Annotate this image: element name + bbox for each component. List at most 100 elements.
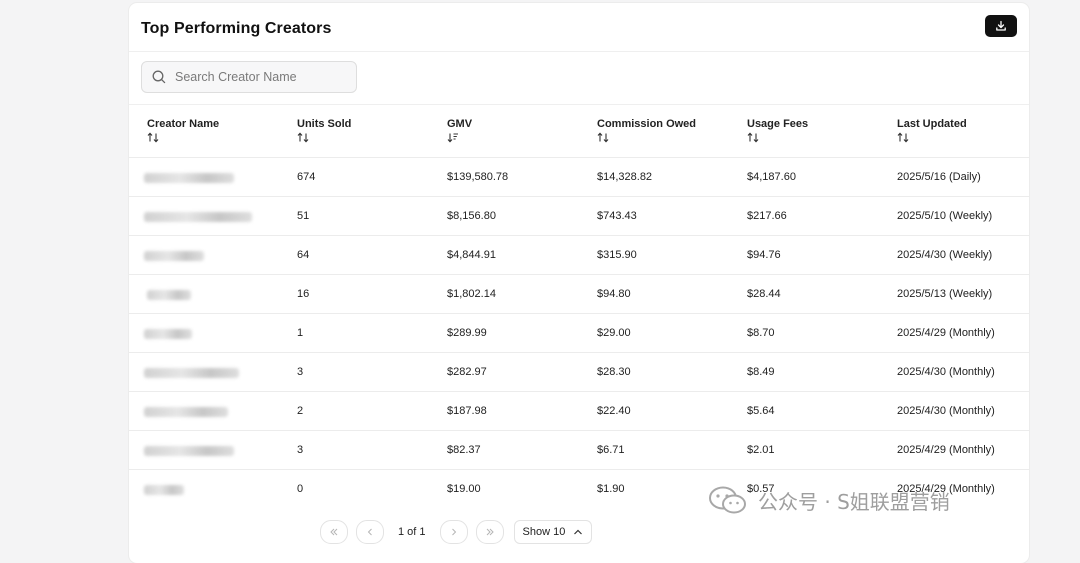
col-gmv[interactable]: GMV <box>447 118 472 144</box>
cell-usage-fees: $4,187.60 <box>747 171 796 183</box>
table-header: Creator Name Units Sold GMV Commission O… <box>129 107 1029 159</box>
sort-icon[interactable] <box>147 132 219 144</box>
first-page-button[interactable] <box>320 520 348 544</box>
sort-icon[interactable] <box>747 132 808 144</box>
col-usage-fees[interactable]: Usage Fees <box>747 118 808 144</box>
cell-units-sold: 51 <box>297 210 310 222</box>
cell-last-updated: 2025/4/30 (Weekly) <box>897 249 993 261</box>
last-page-button[interactable] <box>475 520 504 544</box>
col-label: GMV <box>447 118 473 130</box>
top-creators-panel: Top Performing Creators Creator Name Uni… <box>129 3 1029 563</box>
watermark: 公众号 · S姐联盟营销 <box>708 484 950 516</box>
cell-usage-fees: $8.49 <box>747 366 775 378</box>
cell-gmv: $187.98 <box>447 405 487 417</box>
table-row[interactable]: 64 $4,844.91 $315.90 $94.76 2025/4/30 (W… <box>129 235 1029 275</box>
col-label: Creator Name <box>147 118 220 130</box>
cell-units-sold: 2 <box>297 405 304 417</box>
cell-usage-fees: $5.64 <box>747 405 775 417</box>
cell-usage-fees: $28.44 <box>747 288 781 300</box>
panel-header: Top Performing Creators <box>141 15 1017 43</box>
table-row[interactable]: 51 $8,156.80 $743.43 $217.66 2025/5/10 (… <box>129 196 1029 236</box>
search-input[interactable] <box>173 69 347 85</box>
header-divider <box>129 51 1029 52</box>
cell-commission-owed: $1.90 <box>597 483 625 495</box>
cell-commission-owed: $94.80 <box>597 288 631 300</box>
col-label: Commission Owed <box>597 118 697 130</box>
creator-name-redacted <box>144 251 204 261</box>
cell-commission-owed: $743.43 <box>597 210 637 222</box>
cell-commission-owed: $6.71 <box>597 444 625 456</box>
search-icon <box>152 70 166 84</box>
cell-gmv: $282.97 <box>447 366 487 378</box>
panel-title: Top Performing Creators <box>141 20 332 37</box>
pagination: 1 of 1 Show 10 <box>320 520 593 544</box>
table-row[interactable]: 1 $289.99 $29.00 $8.70 2025/4/29 (Monthl… <box>129 313 1029 353</box>
sort-descending-icon[interactable] <box>447 132 472 144</box>
cell-units-sold: 1 <box>297 327 304 339</box>
sort-icon[interactable] <box>597 132 696 144</box>
cell-gmv: $139,580.78 <box>447 171 509 183</box>
prev-page-button[interactable] <box>356 520 384 544</box>
creator-name-redacted <box>144 368 239 378</box>
search-box[interactable] <box>141 61 357 93</box>
download-icon <box>996 20 1006 31</box>
cell-last-updated: 2025/5/13 (Weekly) <box>897 288 993 300</box>
cell-commission-owed: $315.90 <box>597 249 637 261</box>
page-size-select[interactable]: Show 10 <box>513 520 593 544</box>
table-row[interactable]: 2 $187.98 $22.40 $5.64 2025/4/30 (Monthl… <box>129 391 1029 431</box>
creator-name-redacted <box>144 173 234 183</box>
cell-usage-fees: $217.66 <box>747 210 787 222</box>
creator-name-redacted <box>144 329 192 339</box>
chevron-right-icon <box>451 528 456 536</box>
double-chevron-right-icon <box>486 528 494 536</box>
cell-units-sold: 64 <box>297 249 310 261</box>
download-button[interactable] <box>985 15 1017 37</box>
col-label: Last Updated <box>897 118 967 130</box>
cell-commission-owed: $28.30 <box>597 366 631 378</box>
cell-gmv: $19.00 <box>447 483 481 495</box>
cell-commission-owed: $29.00 <box>597 327 631 339</box>
table-row[interactable]: 16 $1,802.14 $94.80 $28.44 2025/5/13 (We… <box>129 274 1029 314</box>
col-last-updated[interactable]: Last Updated <box>897 118 967 144</box>
cell-last-updated: 2025/4/30 (Monthly) <box>897 366 995 378</box>
cell-units-sold: 0 <box>297 483 304 495</box>
chevron-up-icon <box>574 529 583 535</box>
creator-name-redacted <box>144 446 234 456</box>
cell-gmv: $4,844.91 <box>447 249 496 261</box>
creator-name-redacted <box>144 212 252 222</box>
page-indicator: 1 of 1 <box>398 526 426 538</box>
creator-name-redacted <box>144 407 228 417</box>
col-creator-name[interactable]: Creator Name <box>147 118 219 144</box>
cell-units-sold: 16 <box>297 288 310 300</box>
cell-gmv: $82.37 <box>447 444 481 456</box>
cell-commission-owed: $22.40 <box>597 405 631 417</box>
chevron-left-icon <box>367 528 372 536</box>
cell-last-updated: 2025/4/29 (Monthly) <box>897 327 995 339</box>
double-chevron-left-icon <box>330 528 338 536</box>
cell-units-sold: 3 <box>297 366 304 378</box>
cell-last-updated: 2025/5/10 (Weekly) <box>897 210 993 222</box>
cell-usage-fees: $8.70 <box>747 327 775 339</box>
creator-name-redacted <box>147 290 191 300</box>
cell-units-sold: 674 <box>297 171 316 183</box>
next-page-button[interactable] <box>439 520 468 544</box>
cell-last-updated: 2025/4/30 (Monthly) <box>897 405 995 417</box>
cell-commission-owed: $14,328.82 <box>597 171 653 183</box>
cell-units-sold: 3 <box>297 444 304 456</box>
wechat-logo-icon <box>709 486 746 514</box>
table-row[interactable]: 674 $139,580.78 $14,328.82 $4,187.60 202… <box>129 157 1029 197</box>
cell-gmv: $8,156.80 <box>447 210 496 222</box>
table-row[interactable]: 3 $82.37 $6.71 $2.01 2025/4/29 (Monthly) <box>129 430 1029 470</box>
col-units-sold[interactable]: Units Sold <box>297 118 351 144</box>
col-commission-owed[interactable]: Commission Owed <box>597 118 696 144</box>
sort-icon[interactable] <box>297 132 351 144</box>
sort-icon[interactable] <box>897 132 967 144</box>
cell-gmv: $289.99 <box>447 327 487 339</box>
cell-usage-fees: $94.76 <box>747 249 781 261</box>
page-size-label: Show 10 <box>522 526 566 538</box>
cell-last-updated: 2025/5/16 (Daily) <box>897 171 981 183</box>
col-label: Units Sold <box>297 118 352 130</box>
watermark-text: 公众号 · S姐联盟营销 <box>758 489 950 514</box>
col-label: Usage Fees <box>747 118 809 130</box>
table-row[interactable]: 3 $282.97 $28.30 $8.49 2025/4/30 (Monthl… <box>129 352 1029 392</box>
